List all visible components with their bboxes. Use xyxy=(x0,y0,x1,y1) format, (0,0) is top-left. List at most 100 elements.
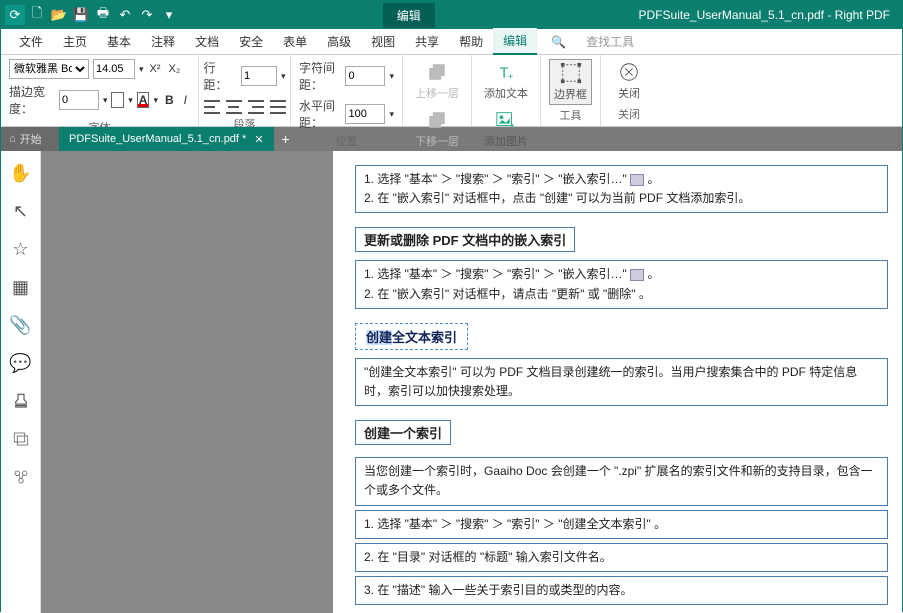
send-backward-button[interactable]: 下移一层 xyxy=(411,107,463,151)
ribbon-group-font: 微软雅黑 Bold ▾ X² X₂ 描边宽度： ▾ ▾ A▾ B I 字体 xyxy=(1,55,199,126)
horiz-spacing-input[interactable] xyxy=(345,104,385,124)
context-tab-edit: 编辑 xyxy=(383,3,435,28)
document-page[interactable]: 1. 选择 "基本" ＞ "搜索" ＞ "索引" ＞ "嵌入索引…" 。 2. … xyxy=(333,151,902,613)
menu-edit[interactable]: 编辑 xyxy=(493,28,537,55)
dropdown-icon[interactable]: ▾ xyxy=(389,71,394,82)
dropdown-icon[interactable]: ▾ xyxy=(128,95,133,106)
menu-share[interactable]: 共享 xyxy=(405,29,449,54)
superscript-button[interactable]: X² xyxy=(148,63,163,75)
bounding-box-button[interactable]: 边界框 xyxy=(549,59,592,105)
app-icon[interactable]: ⟳ xyxy=(5,5,25,25)
search-placeholder[interactable]: 查找工具 xyxy=(576,29,644,54)
redo-icon[interactable]: ↷ xyxy=(137,5,157,25)
menu-bar: 文件 主页 基本 注释 文档 安全 表单 高级 视图 共享 帮助 编辑 🔍 查找… xyxy=(1,29,902,55)
svg-text:+: + xyxy=(510,121,515,131)
save-icon[interactable]: 💾 xyxy=(71,5,91,25)
text-block[interactable]: 当您创建一个索引时，Gaaiho Doc 会创建一个 ".zpi" 扩展名的索引… xyxy=(355,457,888,505)
list-item: 2. 在 "嵌入索引" 对话框中，点击 "创建" 可以为当前 PDF 文档添加索… xyxy=(364,189,879,208)
dropdown-icon[interactable]: ▾ xyxy=(103,95,108,106)
text-block[interactable]: 3. 在 "描述" 输入一些关于索引目的或类型的内容。 xyxy=(355,576,888,605)
fill-color-button[interactable] xyxy=(111,92,124,108)
stamp-icon[interactable] xyxy=(9,389,33,413)
line-spacing-input[interactable] xyxy=(241,66,277,86)
heading-block[interactable]: 更新或删除 PDF 文档中的嵌入索引 xyxy=(355,227,575,252)
ribbon-group-arrange: 上移一层 下移一层 旋转 排列 xyxy=(403,55,472,126)
char-spacing-input[interactable] xyxy=(345,66,385,86)
svg-text:+: + xyxy=(508,71,513,81)
align-right-button[interactable] xyxy=(248,100,264,114)
close-edit-button[interactable]: 关闭 xyxy=(609,59,649,103)
title-bar: ⟳ 🗋 📂 💾 🖶 ↶ ↷ ▾ 编辑 PDFSuite_UserManual_5… xyxy=(1,1,902,29)
bookmark-icon[interactable]: ☆ xyxy=(9,237,33,261)
add-text-button[interactable]: T+添加文本 xyxy=(480,59,532,103)
line-spacing-label: 行距： xyxy=(204,59,237,93)
hand-tool-icon[interactable]: ✋ xyxy=(9,161,33,185)
dropdown-icon[interactable]: ▾ xyxy=(153,95,158,106)
dropdown-icon[interactable]: ▾ xyxy=(389,109,394,120)
share-icon[interactable] xyxy=(9,465,33,489)
italic-button[interactable]: I xyxy=(181,93,190,107)
menu-security[interactable]: 安全 xyxy=(229,29,273,54)
file-tab[interactable]: PDFSuite_UserManual_5.1_cn.pdf * ✕ xyxy=(59,127,274,151)
align-left-button[interactable] xyxy=(204,100,220,114)
menu-home[interactable]: 主页 xyxy=(53,29,97,54)
group-label-position: 位置 xyxy=(336,131,358,149)
list-item: 1. 选择 "基本" ＞ "搜索" ＞ "索引" ＞ "嵌入索引…" 。 xyxy=(364,170,879,189)
menu-annotate[interactable]: 注释 xyxy=(141,29,185,54)
text-block[interactable]: 2. 在 "目录" 对话框的 "标题" 输入索引文件名。 xyxy=(355,543,888,572)
list-item: 2. 在 "嵌入索引" 对话框中，请点击 "更新" 或 "删除" 。 xyxy=(364,285,879,304)
bold-button[interactable]: B xyxy=(162,93,177,107)
window-title: PDFSuite_UserManual_5.1_cn.pdf - Right P… xyxy=(639,8,890,22)
select-tool-icon[interactable]: ↖ xyxy=(9,199,33,223)
undo-icon[interactable]: ↶ xyxy=(115,5,135,25)
stroke-width-input[interactable] xyxy=(59,90,99,110)
ribbon-group-edit: T+添加文本 +添加图片 裁剪图片 编辑图形 编辑顶点 编辑 xyxy=(472,55,541,126)
horiz-spacing-label: 水平间距： xyxy=(299,97,341,131)
ribbon-group-position: 字符间距： ▾ 水平间距： ▾ 位置 xyxy=(291,55,403,126)
subscript-button[interactable]: X₂ xyxy=(167,63,183,75)
start-tab[interactable]: ⌂开始 xyxy=(1,127,59,151)
menu-basic[interactable]: 基本 xyxy=(97,29,141,54)
file-tab-label: PDFSuite_UserManual_5.1_cn.pdf * xyxy=(69,133,246,145)
dropdown-icon[interactable]: ▾ xyxy=(281,71,286,82)
ribbon-group-tool: 边界框 工具 xyxy=(541,55,601,126)
search-icon[interactable]: 🔍 xyxy=(541,31,576,53)
heading-block-selected[interactable]: 创建全文本索引 xyxy=(355,323,468,350)
char-spacing-label: 字符间距： xyxy=(299,59,341,93)
bring-forward-button[interactable]: 上移一层 xyxy=(411,59,463,103)
text-block[interactable]: 1. 选择 "基本" ＞ "搜索" ＞ "索引" ＞ "嵌入索引…" 。 2. … xyxy=(355,165,888,213)
add-image-button[interactable]: +添加图片 xyxy=(480,107,532,151)
menu-form[interactable]: 表单 xyxy=(273,29,317,54)
dropdown-icon[interactable]: ▾ xyxy=(139,64,144,75)
menu-help[interactable]: 帮助 xyxy=(449,29,493,54)
font-size-input[interactable] xyxy=(93,59,135,79)
text-color-button[interactable]: A xyxy=(137,92,150,108)
stroke-width-label: 描边宽度： xyxy=(9,83,55,117)
print-icon[interactable]: 🖶 xyxy=(93,5,113,25)
comments-icon[interactable]: 💬 xyxy=(9,351,33,375)
work-area: ✋ ↖ ☆ ▦ 📎 💬 1. 选择 "基本" ＞ "搜索" ＞ "索引" ＞ "… xyxy=(1,151,902,613)
text-block[interactable]: "创建全文本索引" 可以为 PDF 文档目录创建统一的索引。当用户搜索集合中的 … xyxy=(355,358,888,406)
menu-advanced[interactable]: 高级 xyxy=(317,29,361,54)
list-item: 1. 选择 "基本" ＞ "搜索" ＞ "索引" ＞ "嵌入索引…" 。 xyxy=(364,265,879,284)
attachments-icon[interactable]: 📎 xyxy=(9,313,33,337)
menu-document[interactable]: 文档 xyxy=(185,29,229,54)
new-icon[interactable]: 🗋 xyxy=(27,5,47,25)
align-center-button[interactable] xyxy=(226,100,242,114)
text-block[interactable]: 1. 选择 "基本" ＞ "搜索" ＞ "索引" ＞ "嵌入索引…" 。 2. … xyxy=(355,260,888,308)
side-toolbar: ✋ ↖ ☆ ▦ 📎 💬 xyxy=(1,151,41,613)
menu-file[interactable]: 文件 xyxy=(9,29,53,54)
new-tab-button[interactable]: + xyxy=(274,127,298,151)
menu-view[interactable]: 视图 xyxy=(361,29,405,54)
heading-block[interactable]: 创建一个索引 xyxy=(355,420,451,445)
text-block[interactable]: 1. 选择 "基本" ＞ "搜索" ＞ "索引" ＞ "创建全文本索引" 。 xyxy=(355,510,888,539)
open-icon[interactable]: 📂 xyxy=(49,5,69,25)
close-tab-icon[interactable]: ✕ xyxy=(254,133,263,146)
group-label-tool: 工具 xyxy=(560,105,582,123)
font-family-select[interactable]: 微软雅黑 Bold xyxy=(9,59,89,79)
thumbnails-icon[interactable]: ▦ xyxy=(9,275,33,299)
qat-dropdown-icon[interactable]: ▾ xyxy=(159,5,179,25)
ribbon-group-paragraph: 行距： ▾ 段落 xyxy=(199,55,291,126)
align-justify-button[interactable] xyxy=(270,100,286,114)
layers-icon[interactable] xyxy=(9,427,33,451)
